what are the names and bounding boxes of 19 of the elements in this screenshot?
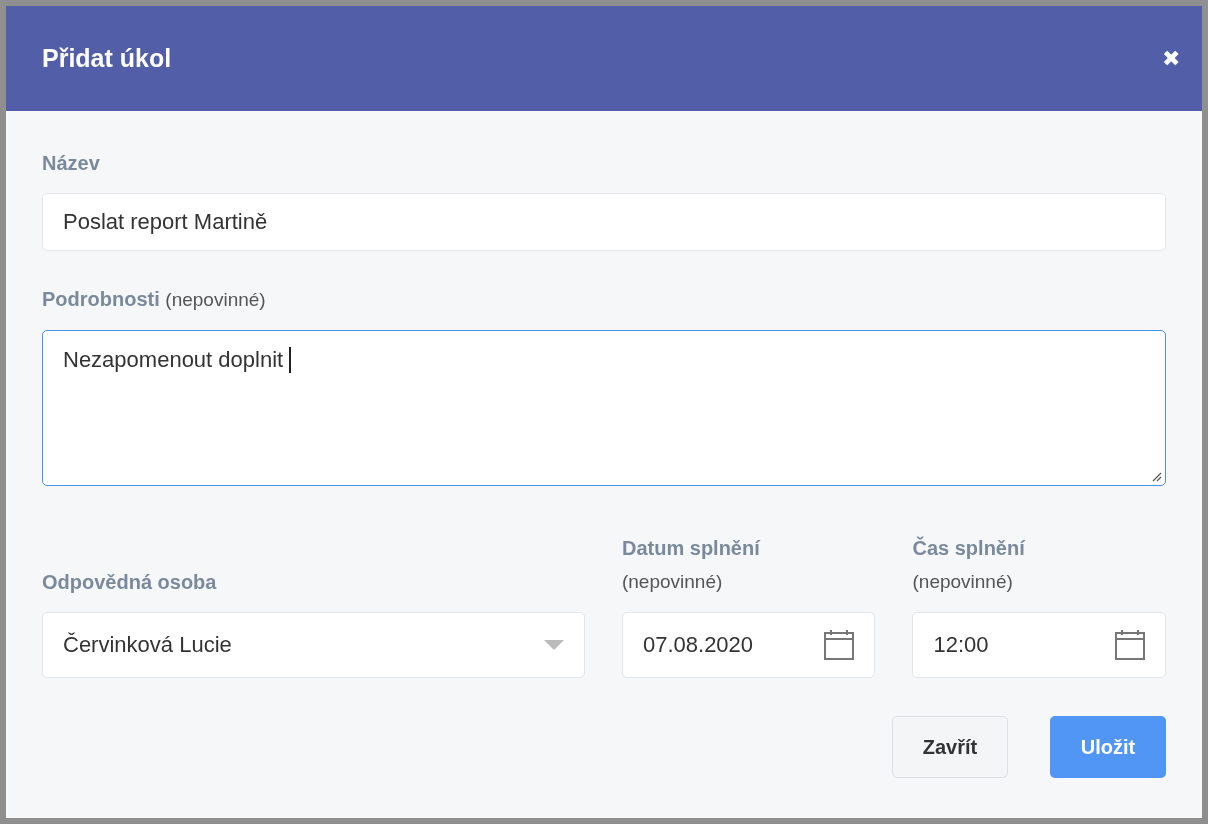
text-cursor (289, 347, 291, 373)
optional-hint: (nepovinné) (621, 570, 724, 594)
field-label: Název (42, 151, 101, 176)
close-dialog-button[interactable]: Zavřít (892, 716, 1008, 778)
close-button[interactable]: ✖ (1162, 45, 1180, 72)
date-input[interactable]: 12:00 (912, 612, 1166, 678)
field-label: Datum splnění (621, 536, 762, 561)
calendar-icon[interactable] (1115, 630, 1145, 660)
resize-grip-icon[interactable] (1150, 470, 1162, 482)
field-label: Čas splnění (912, 535, 1027, 561)
title-input[interactable]: Poslat report Martině (42, 193, 1166, 251)
details-textarea[interactable]: Nezapomenout doplnit (42, 330, 1166, 486)
calendar-icon[interactable] (824, 630, 855, 660)
field-label: Podrobnosti (nepovinné) (42, 287, 267, 312)
dialog-title: Přidat úkol (42, 44, 172, 73)
person-select[interactable]: Červinková Lucie (42, 612, 585, 678)
date-input[interactable]: 07.08.2020 (621, 612, 876, 678)
field-label: Odpovědná osoba (42, 570, 218, 595)
optional-hint: (nepovinné) (912, 570, 1014, 594)
